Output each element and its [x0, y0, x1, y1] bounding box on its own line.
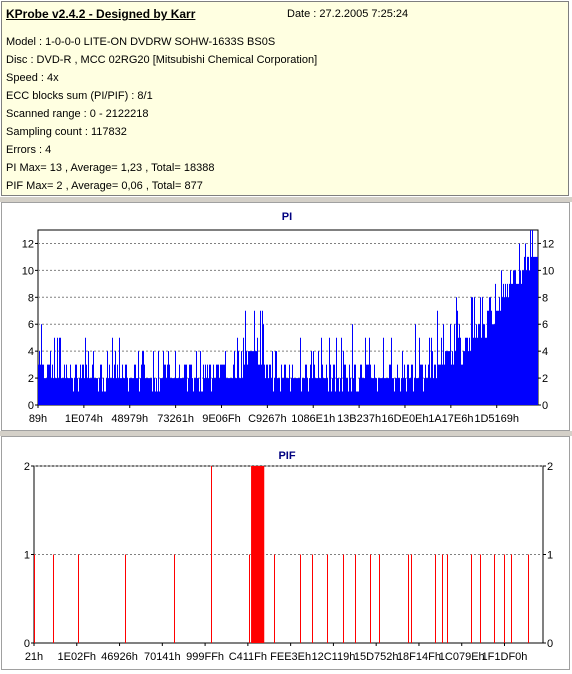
- date-value: 27.2.2005 7:25:24: [319, 8, 409, 20]
- pi-ytick-right: 6: [542, 319, 548, 331]
- pi-xtick-label: 16DE0Eh: [381, 413, 428, 425]
- pi-chart: PI 0 0 2 2 4 4 6 6 8 8 10 10 12 12 89h 1E074h 48979h 7326…: [22, 211, 555, 425]
- speed-line: Speed : 4x: [6, 72, 59, 84]
- pif-xtick-label: 70141h: [144, 651, 181, 663]
- pif-xtick-label: 46926h: [101, 651, 138, 663]
- pif-xtick-label: 12C119h: [311, 651, 355, 663]
- pi-ytick-left: 8: [28, 292, 34, 304]
- pi-ytick-right: 10: [542, 265, 554, 277]
- pi-ytick-left: 2: [28, 373, 34, 385]
- pi-ytick-left: 4: [28, 346, 34, 358]
- pi-xtick-label: 1E074h: [65, 413, 103, 425]
- pif-error-block: [251, 466, 265, 643]
- ecc-line: ECC blocks sum (PI/PIF) : 8/1: [6, 90, 153, 102]
- pi-xtick-label: 1086E1h: [291, 413, 335, 425]
- pif-xtick-label: FEE3Eh: [270, 651, 311, 663]
- pi-xtick-label: 9E06Fh: [202, 413, 241, 425]
- pi-xtick-label: 73261h: [157, 413, 194, 425]
- pi-ytick-right: 4: [542, 346, 548, 358]
- pi-xtick-label: 48979h: [111, 413, 148, 425]
- pif-chart-title: PIF: [278, 450, 295, 462]
- pi-ytick-left: 10: [22, 265, 34, 277]
- pif-xtick-label: 15D752h: [354, 651, 399, 663]
- pi-ytick-right: 2: [542, 373, 548, 385]
- pif-ytick-right: 0: [547, 638, 553, 650]
- pi-ytick-left: 12: [22, 238, 34, 250]
- sampling-line: Sampling count : 117832: [6, 126, 127, 138]
- pi-chart-panel: PI 0 0 2 2 4 4 6 6 8 8 10 10 12 12 89h 1E074h 48979h 7326…: [1, 202, 570, 431]
- pif-stats-line: PIF Max= 2 , Average= 0,06 , Total= 877: [6, 180, 203, 192]
- pif-ytick-right: 2: [547, 461, 553, 473]
- pi-ytick-left: 6: [28, 319, 34, 331]
- pi-ytick-right: 0: [542, 400, 548, 412]
- model-line: Model : 1-0-0-0 LITE-ON DVDRW SOHW-1633S…: [6, 36, 276, 48]
- pi-xtick-label: 1D5169h: [474, 413, 519, 425]
- date-display: Date : 27.2.2005 7:25:24: [287, 8, 408, 20]
- range-line: Scanned range : 0 - 2122218: [6, 108, 149, 120]
- pif-ytick-right: 1: [547, 550, 553, 562]
- pi-ytick-left: 0: [28, 400, 34, 412]
- pi-xtick-label: 1A17E6h: [428, 413, 473, 425]
- pif-xtick-label: 999FFh: [186, 651, 224, 663]
- pi-xtick-label: C9267h: [248, 413, 287, 425]
- pif-ytick-left: 0: [24, 638, 30, 650]
- pif-ytick-left: 1: [24, 550, 30, 562]
- app-title: KProbe v2.4.2 - Designed by Karr: [6, 7, 196, 21]
- pif-ytick-left: 2: [24, 461, 30, 473]
- pif-xtick-label: 1C079Eh: [439, 651, 485, 663]
- pif-xtick-label: 21h: [25, 651, 43, 663]
- pi-ytick-right: 12: [542, 238, 554, 250]
- pi-xtick-label: 89h: [29, 413, 47, 425]
- pi-ytick-right: 8: [542, 292, 548, 304]
- pif-xtick-label: 1F1DF0h: [482, 651, 528, 663]
- errors-line: Errors : 4: [6, 144, 52, 156]
- pif-xtick-label: 18F14Fh: [397, 651, 441, 663]
- pif-xtick-label: 1E02Fh: [58, 651, 97, 663]
- pif-chart: PIF 0 0 1 1 2 2 21h 1E02Fh 46926h 70141h 999FFh C41…: [24, 450, 553, 663]
- pi-chart-title: PI: [282, 211, 292, 223]
- disc-line: Disc : DVD-R , MCC 02RG20 [Mitsubishi Ch…: [6, 54, 318, 66]
- pif-xtick-label: C411Fh: [229, 651, 267, 663]
- info-panel: KProbe v2.4.2 - Designed by Karr Date : …: [1, 1, 569, 196]
- pi-xtick-label: 13B237h: [337, 413, 381, 425]
- date-label: Date :: [287, 8, 317, 20]
- pi-stats-line: PI Max= 13 , Average= 1,23 , Total= 1838…: [6, 162, 215, 174]
- pif-chart-panel: PIF 0 0 1 1 2 2 21h 1E02Fh 46926h 70141h 999FFh C41…: [1, 436, 570, 670]
